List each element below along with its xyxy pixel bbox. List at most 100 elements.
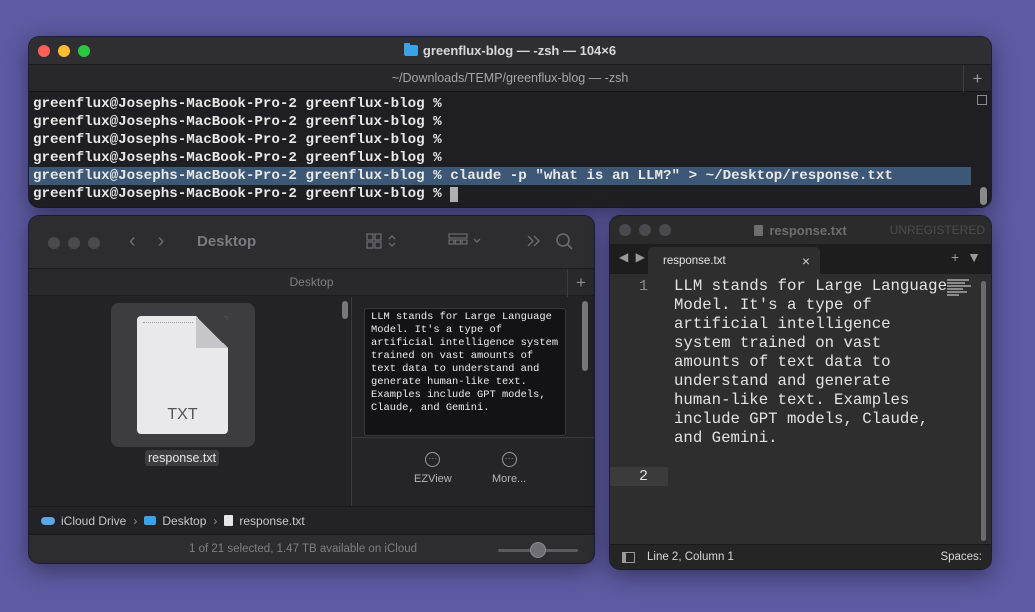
editor-title: response.txt [754, 222, 847, 238]
minimap[interactable] [947, 279, 971, 297]
prompt: greenflux@Josephs-MacBook-Pro-2 greenflu… [33, 186, 451, 202]
new-tab-icon[interactable]: + [951, 249, 959, 265]
line-number: 1 [638, 278, 648, 295]
back-button[interactable]: ‹ [129, 230, 136, 253]
status-text: 1 of 21 selected, 1.47 TB available on i… [189, 543, 418, 555]
doc-lines [143, 322, 193, 325]
new-tab-button[interactable]: + [963, 65, 991, 92]
tab-tools: + ▼ [951, 249, 981, 265]
path-item-desktop[interactable]: Desktop [162, 514, 206, 528]
ellipsis-circle-icon: ··· [425, 452, 441, 467]
doc-fold [196, 316, 228, 348]
folder-icon [144, 516, 157, 525]
terminal-line-selected: greenflux@Josephs-MacBook-Pro-2 greenflu… [29, 167, 971, 185]
document-icon [224, 515, 234, 526]
prompt: greenflux@Josephs-MacBook-Pro-2 greenflu… [33, 132, 451, 148]
overflow-chevron-icon[interactable] [525, 232, 543, 250]
terminal-title: greenflux-blog — -zsh — 104×6 [403, 43, 617, 58]
path-item-icloud[interactable]: iCloud Drive [61, 514, 126, 528]
terminal-titlebar[interactable]: greenflux-blog — -zsh — 104×6 [29, 37, 991, 65]
preview-scrollbar[interactable] [582, 301, 588, 371]
prompt: greenflux@Josephs-MacBook-Pro-2 greenflu… [33, 114, 451, 130]
icon-view[interactable]: TXT response.txt [29, 297, 351, 506]
split-icon[interactable] [977, 95, 987, 105]
nav-buttons: ‹ › [129, 230, 164, 253]
tab-nav-icon[interactable]: ◀ ▶ [619, 250, 647, 264]
close-tab-icon[interactable]: × [802, 253, 810, 269]
terminal-input-line[interactable]: greenflux@Josephs-MacBook-Pro-2 greenflu… [33, 185, 991, 203]
sidebar-toggle-icon[interactable] [622, 552, 635, 563]
indentation-setting[interactable]: Spaces: [940, 551, 982, 563]
group-icon[interactable] [448, 232, 486, 250]
tab-label: response.txt [663, 255, 726, 267]
finder-tab[interactable]: Desktop [289, 275, 333, 289]
file-type-label: TXT [167, 406, 198, 423]
path-item-file[interactable]: response.txt [239, 514, 304, 528]
chevron-right-icon: › [213, 513, 218, 528]
close-button[interactable] [619, 224, 631, 236]
cursor [450, 187, 459, 202]
finder-title: Desktop [197, 233, 257, 250]
view-grid-icon[interactable] [366, 232, 400, 250]
terminal-tab[interactable]: ~/Downloads/TEMP/greenflux-blog — -zsh [392, 71, 629, 85]
zoom-button[interactable] [659, 224, 671, 236]
terminal-tabbar: ~/Downloads/TEMP/greenflux-blog — -zsh + [29, 65, 991, 92]
finder-tabbar: Desktop + [29, 268, 594, 297]
zoom-button[interactable] [78, 45, 90, 57]
action-label: More... [492, 473, 527, 485]
forward-button[interactable]: › [158, 230, 165, 253]
icon-view-scrollbar[interactable] [342, 301, 348, 319]
close-button[interactable] [38, 45, 50, 57]
editor-body[interactable]: 1 2 LLM stands for Large Language Model.… [610, 274, 991, 544]
ezview-action[interactable]: ··· EZView [414, 452, 452, 485]
editor-tabbar: ◀ ▶ response.txt × + ▼ [610, 244, 991, 274]
terminal-line: greenflux@Josephs-MacBook-Pro-2 greenflu… [33, 113, 991, 131]
txt-file-icon[interactable]: TXT [137, 316, 228, 434]
line-number-active: 2 [610, 467, 668, 486]
quick-actions: ··· EZView ··· More... [352, 437, 594, 506]
terminal-window[interactable]: greenflux-blog — -zsh — 104×6 ~/Download… [29, 37, 991, 207]
window-controls [619, 224, 671, 236]
action-label: EZView [414, 473, 452, 485]
preview-pane: LLM stands for Large Language Model. It'… [352, 297, 594, 506]
minimize-button[interactable] [68, 237, 80, 249]
terminal-title-text: greenflux-blog — -zsh — 104×6 [422, 43, 617, 58]
minimize-button[interactable] [639, 224, 651, 236]
editor-status-bar: Line 2, Column 1 Spaces: [610, 544, 991, 569]
editor-titlebar[interactable]: response.txt UNREGISTERED [610, 216, 991, 244]
terminal-line: greenflux@Josephs-MacBook-Pro-2 greenflu… [33, 131, 991, 149]
chevron-right-icon: › [133, 513, 138, 528]
prompt: greenflux@Josephs-MacBook-Pro-2 greenflu… [33, 150, 451, 166]
terminal-scrollbar[interactable] [980, 187, 987, 205]
prompt: greenflux@Josephs-MacBook-Pro-2 greenflu… [33, 96, 451, 112]
editor-scrollbar[interactable] [981, 281, 986, 541]
preview-text[interactable]: LLM stands for Large Language Model. It'… [364, 308, 566, 436]
close-button[interactable] [48, 237, 60, 249]
editor-tab[interactable]: response.txt × [648, 247, 820, 274]
search-icon[interactable] [555, 232, 575, 252]
prompt: greenflux@Josephs-MacBook-Pro-2 greenflu… [33, 168, 451, 184]
line-gutter: 1 2 [610, 274, 668, 544]
zoom-button[interactable] [88, 237, 100, 249]
status-bar: 1 of 21 selected, 1.47 TB available on i… [29, 534, 594, 563]
ellipsis-circle-icon: ··· [501, 452, 517, 467]
terminal-output[interactable]: greenflux@Josephs-MacBook-Pro-2 greenflu… [29, 92, 991, 207]
terminal-line: greenflux@Josephs-MacBook-Pro-2 greenflu… [33, 95, 991, 113]
command-text: claude -p "what is an LLM?" > ~/Desktop/… [450, 168, 893, 184]
more-action[interactable]: ··· More... [492, 452, 526, 485]
file-name[interactable]: response.txt [145, 450, 220, 466]
tab-menu-icon[interactable]: ▼ [967, 249, 981, 265]
new-tab-button[interactable]: + [567, 269, 594, 297]
window-controls [38, 45, 90, 57]
minimize-button[interactable] [58, 45, 70, 57]
finder-window[interactable]: ‹ › Desktop Desktop + TXT response.txt L… [29, 216, 594, 563]
editor-window[interactable]: response.txt UNREGISTERED ◀ ▶ response.t… [610, 216, 991, 569]
code-text[interactable]: LLM stands for Large Language Model. It'… [674, 277, 949, 448]
folder-icon [403, 43, 418, 56]
slider-knob[interactable] [530, 542, 546, 558]
icloud-icon [41, 516, 55, 525]
document-icon [754, 224, 764, 236]
window-controls [48, 237, 100, 249]
editor-title-text: response.txt [769, 222, 847, 238]
cursor-position[interactable]: Line 2, Column 1 [647, 551, 734, 563]
